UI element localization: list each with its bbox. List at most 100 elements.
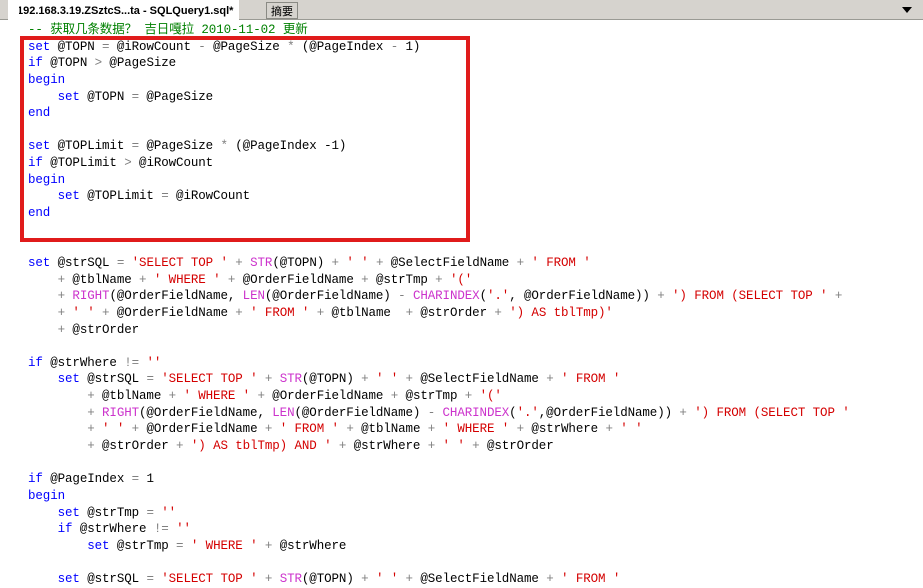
code-line: end [28,105,850,122]
code-token: > [124,156,132,171]
code-token: @strTmp [79,505,147,520]
code-token: @TOPN [50,39,103,54]
code-token: ' FROM ' [250,305,310,320]
code-line: + @tblName + ' WHERE ' + @OrderFieldName… [28,388,850,405]
code-line: if @TOPLimit > @iRowCount [28,155,850,172]
code-token: - [390,39,399,54]
code-token: set [28,538,110,553]
code-token: + [464,439,487,454]
code-token: + [509,422,532,437]
code-token: @strWhere [42,355,125,370]
code-token: + [420,422,443,437]
code-token: @strWhere [353,439,421,454]
tab-slant-decoration [9,1,19,20]
code-token: + [398,372,421,387]
code-token: '(' [449,272,473,287]
code-token: @strOrder [72,322,140,337]
code-token: + [161,389,184,404]
code-token: ' FROM ' [279,422,339,437]
code-token: @SelectFieldName [420,572,539,587]
code-token: > [94,56,103,71]
tab-sqlquery1[interactable]: 192.168.3.19.ZSztcS...ta - SQLQuery1.sql… [8,0,240,20]
code-token: @strOrder [486,439,554,454]
code-token: @iRowCount [168,189,251,204]
code-token: @strSQL [79,372,147,387]
code-token: ' ' [375,572,399,587]
sql-code-text[interactable]: -- 获取几条数据？ 吉日嘎拉 2010-11-02 更新 set @TOPN =… [28,22,850,588]
code-token: ' ' [72,305,95,320]
code-token: (@OrderFieldName, [139,405,273,420]
code-token: ' FROM ' [531,255,591,270]
code-token: '' [176,522,191,537]
chevron-down-icon[interactable] [900,4,913,16]
code-line: if @strWhere != '' [28,521,850,538]
code-token: @OrderFieldName [146,422,258,437]
code-token: set [28,255,51,270]
code-token: + [28,305,73,320]
code-token: (@PageIndex [227,139,325,154]
code-token: STR [250,255,273,270]
tab-title-label: 192.168.3.19.ZSztcS...ta - SQLQuery1.sql… [17,4,234,17]
code-token: LEN [242,289,265,304]
code-token: * [220,139,228,154]
code-line: set @strSQL = 'SELECT TOP ' + STR(@TOPN)… [28,371,850,388]
code-line: set @strTmp = ' WHERE ' + @strWhere [28,538,850,555]
code-token: + [28,422,103,437]
code-token: STR [279,572,302,587]
code-token: + [257,572,280,587]
code-token: + [827,289,850,304]
code-token: @PageSize [139,89,214,104]
code-line: end [28,205,850,222]
code-token: @PageIndex [42,472,132,487]
code-line: set @TOPLimit = @iRowCount [28,188,850,205]
tab-summary[interactable]: 摘要 [266,2,298,19]
code-token: + [598,422,621,437]
code-token: @strWhere [531,422,599,437]
code-token: - [390,289,413,304]
code-token: @SelectFieldName [420,372,539,387]
code-token: begin [28,72,66,87]
code-token: + [257,538,280,553]
code-line: set @TOPN = @iRowCount - @PageSize * (@P… [28,39,850,56]
code-token: @TOPN [42,56,95,71]
code-token: begin [28,488,66,503]
code-line: begin [28,488,850,505]
code-token: @PageSize [102,56,177,71]
code-token: @tblName [102,389,162,404]
code-token: 'SELECT TOP ' [131,255,228,270]
code-token: ' ' [442,439,465,454]
code-token: '' [161,505,177,520]
code-token: + [124,422,147,437]
code-editor-surface[interactable]: -- 获取几条数据？ 吉日嘎拉 2010-11-02 更新 set @TOPN =… [0,20,923,588]
code-token: + [28,289,73,304]
code-token: @strTmp [405,389,458,404]
code-token: @strWhere [279,538,347,553]
code-token: * [287,39,295,54]
code-token: ' WHERE ' [153,272,221,287]
code-token: ' ' [102,422,125,437]
code-token: + [398,572,421,587]
code-token: @PageSize [205,39,288,54]
code-token: @strWhere [72,522,154,537]
code-token: + [427,272,450,287]
code-token: -- 获取几条数据？ 吉日嘎拉 2010-11-02 更新 [28,23,308,37]
code-token: ' FROM ' [561,572,621,587]
code-token: @iRowCount [131,156,214,171]
code-line: + RIGHT(@OrderFieldName, LEN(@OrderField… [28,288,850,305]
code-token: @tblName [361,422,421,437]
code-line: begin [28,172,850,189]
code-token: (@OrderFieldName) [264,289,391,304]
code-token: + [257,372,280,387]
code-token: ') AS tblTmp)' [509,305,613,320]
code-token: + [420,439,443,454]
code-token: @strTmp [375,272,428,287]
code-token: ' ' [375,372,399,387]
code-token: (@OrderFieldName) [294,405,421,420]
code-token: @OrderFieldName [116,305,228,320]
code-token: LEN [272,405,295,420]
code-token: @strSQL [79,572,147,587]
